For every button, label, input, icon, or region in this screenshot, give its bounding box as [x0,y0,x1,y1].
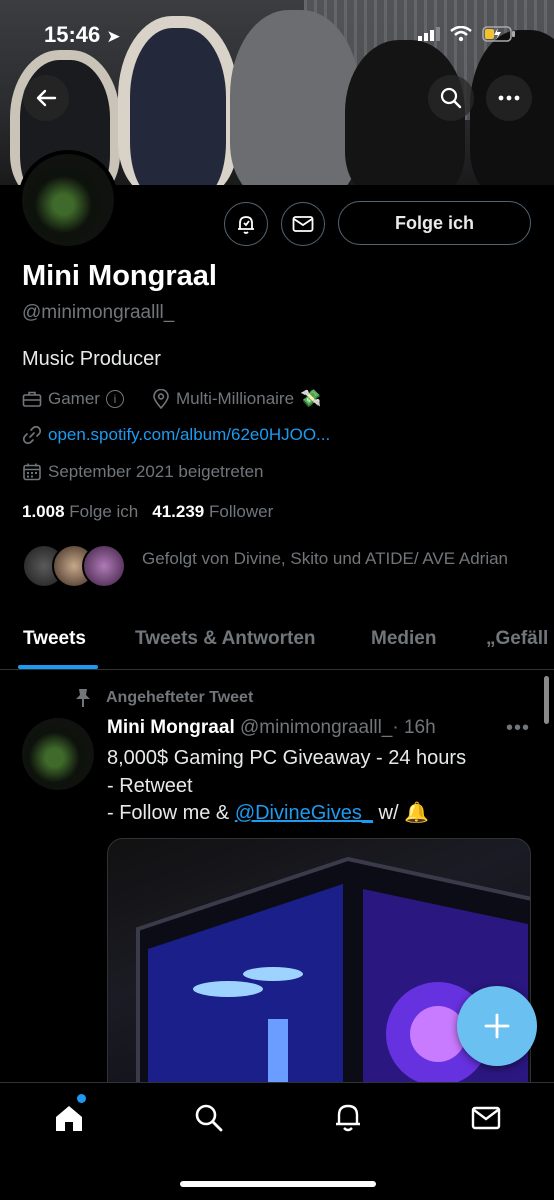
avatar [82,544,126,588]
profile-meta-category-location: Gamer i Multi-Millionaire 💸 [22,389,321,409]
followers-label: Follower [209,502,274,521]
profile-location: Multi-Millionaire [175,389,295,408]
followers-count: 41.239 [152,502,205,521]
tab-tweets[interactable]: Tweets [23,628,86,650]
compose-tweet-button[interactable] [457,986,537,1066]
signal-icon [418,27,440,41]
link-icon [22,425,42,445]
notification-bell-icon [238,216,254,234]
profile-tabs: Tweets Tweets & Antworten Medien „Gefäll [0,612,554,670]
tweet-line: - Retweet [107,774,193,797]
tab-media[interactable]: Medien [371,628,436,650]
home-indicator[interactable] [180,1181,376,1187]
compose-plus-icon [484,1013,510,1039]
briefcase-icon [22,391,42,407]
pin-icon [76,689,90,707]
profile-avatar[interactable] [18,150,118,250]
messages-icon [471,1106,501,1130]
follow-button[interactable]: Folge ich [338,201,531,245]
following-stat[interactable]: 1.008 Folge ich [22,502,138,522]
nav-home[interactable] [52,1101,86,1135]
tweet-avatar[interactable] [22,718,94,790]
bell-nav-icon [336,1104,360,1132]
followed-by-avatars[interactable] [22,544,126,588]
mail-icon [292,216,314,232]
tweet-header: Mini Mongraal @minimongraalll_· 16h [107,717,436,739]
follow-button-label: Folge ich [394,212,474,233]
wifi-icon [450,26,472,42]
home-notification-dot [77,1094,86,1103]
profile-joined-date: September 2021 beigetreten [48,462,264,481]
location-arrow-icon: ➤ [106,27,121,46]
home-icon [56,1106,82,1131]
nav-notifications[interactable] [331,1101,365,1135]
profile-bio: Music Producer [22,348,161,370]
status-time: 15:46 ➤ [44,22,121,47]
profile-name: Mini Mongraal [22,260,217,292]
notifications-button[interactable] [224,202,268,246]
tab-tweets-replies[interactable]: Tweets & Antworten [135,628,316,650]
mention-link[interactable]: @DivineGives_ [235,802,373,824]
followed-by-text[interactable]: Gefolgt von Divine, Skito und ATIDE/ AVE… [142,545,512,573]
pinned-tweet-label: Angehefteter Tweet [74,688,253,708]
search-nav-icon [195,1104,223,1132]
followers-stat[interactable]: 41.239 Follower [152,502,273,522]
nav-messages[interactable] [469,1101,503,1135]
search-icon [440,87,462,109]
tweet-handle: @minimongraalll_ [240,717,393,738]
calendar-icon [23,463,41,481]
tweet-line: - Follow me & @DivineGives_ w/ 🔔 [107,802,429,824]
active-tab-indicator [18,665,98,669]
profile-meta-joined: September 2021 beigetreten [22,462,264,482]
status-bar: 15:46 ➤ [0,0,554,70]
tab-likes[interactable]: „Gefäll [486,628,548,650]
location-pin-icon [153,389,169,409]
message-button[interactable] [281,202,325,246]
scrollbar[interactable] [544,676,549,724]
following-label: Folge ich [69,502,139,521]
profile-handle: @minimongraalll_ [22,302,175,323]
tweet-line: 8,000$ Gaming PC Giveaway - 24 hours [107,747,467,769]
profile-link[interactable]: open.spotify.com/album/62e0HJOO... [48,425,330,445]
profile-category: Gamer [48,389,100,408]
back-button[interactable] [23,75,69,121]
more-icon [498,95,520,101]
tweet-text: 8,000$ Gaming PC Giveaway - 24 hours - R… [107,745,466,828]
pinned-text: Angehefteter Tweet [106,689,254,706]
tweet-author[interactable]: Mini Mongraal [107,717,235,738]
battery-icon [482,26,515,42]
profile-meta-link: open.spotify.com/album/62e0HJOO... [22,425,330,445]
nav-search[interactable] [192,1101,226,1135]
search-button[interactable] [428,75,474,121]
tweet-time: · 16h [392,717,436,738]
back-arrow-icon [36,89,57,107]
profile-stats: 1.008 Folge ich 41.239 Follower [22,502,273,522]
status-icons [418,26,516,42]
more-options-button[interactable] [486,75,532,121]
following-count: 1.008 [22,502,65,521]
tweet-more-icon[interactable]: ••• [506,717,530,740]
money-emoji: 💸 [300,389,322,408]
info-icon[interactable]: i [105,390,124,408]
